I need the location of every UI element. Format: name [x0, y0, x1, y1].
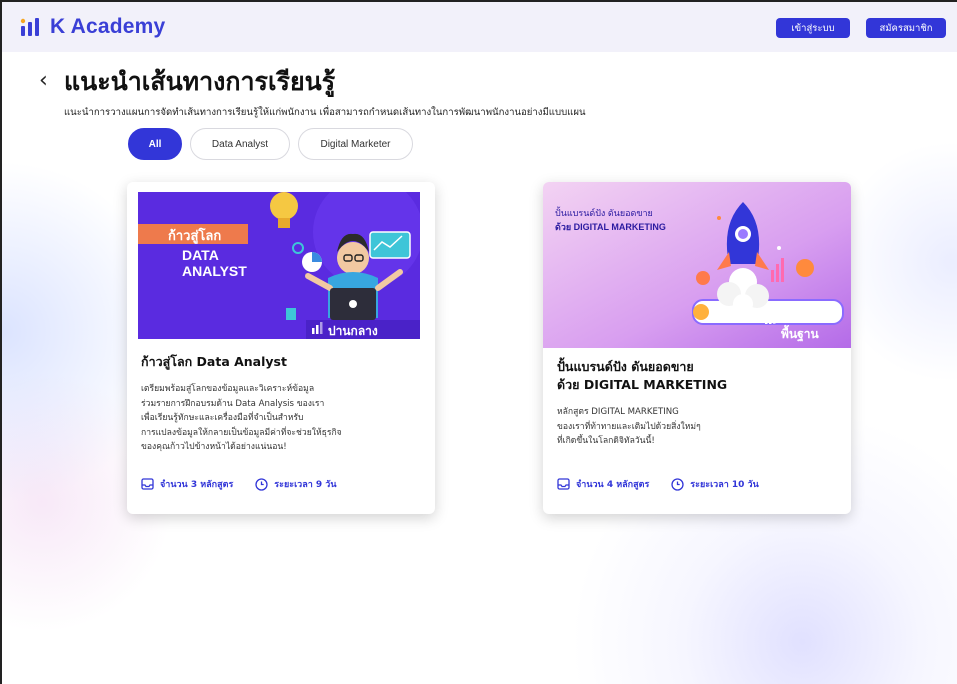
course-card-description: เตรียมพร้อมสู่โลกของข้อมูลและวิเคราะห์ข้… — [141, 382, 411, 455]
banner-line2-text: ด้วย DIGITAL MARKETING — [555, 222, 666, 232]
course-card-description: หลักสูตร DIGITAL MARKETING ของเราที่ท้าท… — [557, 405, 827, 449]
clock-icon — [671, 477, 684, 491]
page-subtitle: แนะนำการวางแผนการจัดทำเส้นทางการเรียนรู้… — [64, 107, 586, 118]
signup-button[interactable]: สมัครสมาชิก — [866, 18, 946, 38]
top-navbar: K Academy เข้าสู่ระบบ สมัครสมาชิก — [2, 2, 957, 52]
course-card-digital-marketing[interactable]: ปั้นแบรนด์ปัง ดันยอดขาย ด้วย DIGITAL MAR… — [543, 182, 851, 514]
banner-level-text: ปานกลาง — [328, 324, 378, 338]
description-line: ร่วมรายการฝึกอบรมด้าน Data Analysis ของเ… — [141, 398, 325, 409]
course-count-text: จำนวน 4 หลักสูตร — [576, 480, 650, 490]
course-banner-image: ก้าวสู่โลก DATA ANALYST ปานกลาง — [138, 192, 420, 339]
course-card-data-analyst[interactable]: ก้าวสู่โลก DATA ANALYST ปานกลาง ก้าวสู่โ… — [127, 182, 435, 514]
description-line: ที่เกิดขึ้นในโลกดิจิทัลวันนี้! — [557, 436, 655, 446]
login-button[interactable]: เข้าสู่ระบบ — [776, 18, 850, 38]
course-meta: จำนวน 3 หลักสูตร ระยะเวลา 9 วัน — [141, 477, 337, 491]
title-line: ปั้นแบรนด์ปัง ดันยอดขาย — [557, 359, 694, 374]
bar-chart-logo-icon — [20, 17, 42, 37]
course-banner-image: ปั้นแบรนด์ปัง ดันยอดขาย ด้วย DIGITAL MAR… — [543, 182, 851, 348]
filter-chip-all[interactable]: All — [128, 128, 182, 160]
description-line: เพื่อเรียนรู้ทักษะและเครื่องมือที่จำเป็น… — [141, 413, 304, 423]
clock-icon — [255, 477, 268, 491]
description-line: การแปลงข้อมูลให้กลายเป็นข้อมูลมีค่าที่จะ… — [141, 427, 342, 438]
logo[interactable]: K Academy — [20, 15, 165, 39]
logo-text: K Academy — [50, 15, 166, 38]
page-title: แนะนำเส้นทางการเรียนรู้ — [64, 67, 336, 96]
course-count-icon — [557, 478, 570, 490]
description-line: ของคุณก้าวไปข้างหน้าได้อย่างแน่นอน! — [141, 442, 287, 452]
banner-line2-text: ANALYST — [182, 263, 247, 279]
description-line: ของเราที่ท้าทายและเติมไปด้วยสิ่งใหม่ๆ — [557, 421, 701, 432]
banner-tag-text: ก้าวสู่โลก — [168, 228, 222, 243]
course-count-text: จำนวน 3 หลักสูตร — [160, 480, 234, 490]
duration-text: ระยะเวลา 10 วัน — [690, 480, 759, 490]
filter-chip-digital-marketer[interactable]: Digital Marketer — [298, 128, 413, 160]
course-card-title[interactable]: ก้าวสู่โลก Data Analyst — [141, 353, 287, 371]
description-line: หลักสูตร DIGITAL MARKETING — [557, 407, 679, 417]
back-chevron-icon[interactable]: ‹ — [39, 68, 48, 93]
banner-level-text: พื้นฐาน — [781, 327, 819, 341]
course-meta: จำนวน 4 หลักสูตร ระยะเวลา 10 วัน — [557, 477, 759, 491]
banner-line1-text: ปั้นแบรนด์ปัง ดันยอดขาย — [555, 208, 653, 218]
description-line: เตรียมพร้อมสู่โลกของข้อมูลและวิเคราะห์ข้… — [141, 384, 315, 394]
filter-chip-data-analyst[interactable]: Data Analyst — [190, 128, 290, 160]
title-line: ด้วย DIGITAL MARKETING — [557, 377, 728, 392]
course-count-icon — [141, 478, 154, 490]
page-frame: K Academy เข้าสู่ระบบ สมัครสมาชิก ‹ แนะน… — [0, 0, 957, 684]
banner-line1-text: DATA — [182, 247, 219, 263]
course-card-title[interactable]: ปั้นแบรนด์ปัง ดันยอดขาย ด้วย DIGITAL MAR… — [557, 358, 807, 394]
duration-text: ระยะเวลา 9 วัน — [274, 480, 337, 490]
